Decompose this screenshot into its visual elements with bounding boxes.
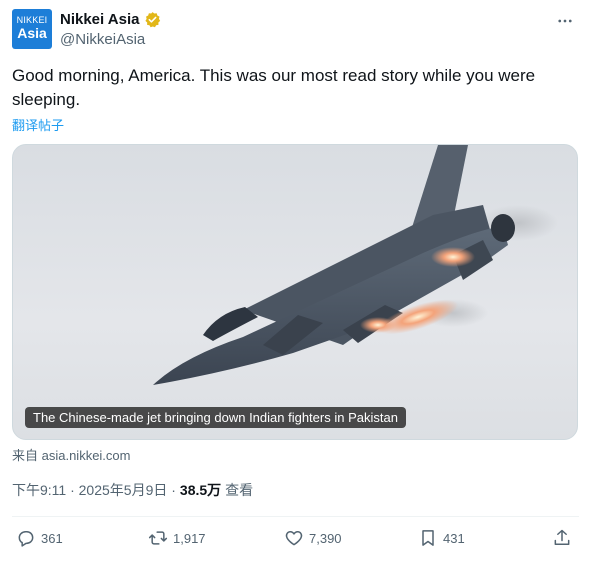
- tweet-header: NIKKEI Asia Nikkei Asia @NikkeiAsia: [12, 9, 579, 51]
- timestamp[interactable]: 下午9:11 · 2025年5月9日 ·: [12, 480, 176, 500]
- avatar-text-top: NIKKEI: [16, 15, 48, 25]
- image-caption: The Chinese-made jet bringing down India…: [25, 407, 406, 428]
- name-row: Nikkei Asia: [60, 11, 161, 28]
- views-label: 查看: [225, 482, 254, 498]
- handle[interactable]: @NikkeiAsia: [60, 31, 145, 48]
- bookmark-count: 431: [443, 530, 465, 546]
- tweet-text: Good morning, America. This was our most…: [12, 66, 536, 109]
- tweet-meta: 下午9:11 · 2025年5月9日 · 38.5万 查看: [12, 480, 253, 500]
- display-name[interactable]: Nikkei Asia: [60, 11, 140, 28]
- verified-badge-icon[interactable]: [144, 11, 161, 28]
- heart-icon: [285, 531, 303, 546]
- translate-post-link[interactable]: 翻译帖子: [12, 115, 64, 134]
- reply-count: 361: [41, 530, 63, 546]
- retweet-count: 1,917: [173, 530, 206, 546]
- bookmark-icon: [422, 530, 434, 546]
- more-dots-icon[interactable]: [555, 11, 575, 31]
- share-button[interactable]: [552, 528, 577, 548]
- like-button[interactable]: 7,390: [284, 528, 342, 548]
- link-source[interactable]: 来自 asia.nikkei.com: [12, 445, 130, 464]
- reply-icon: [18, 531, 34, 547]
- action-bar: 361 1,917 7,390 431: [12, 528, 579, 554]
- bookmark-button[interactable]: 431: [418, 528, 465, 548]
- view-count: 38.5万: [179, 482, 222, 498]
- divider: [12, 516, 579, 517]
- avatar-text-bottom: Asia: [17, 25, 47, 41]
- avatar[interactable]: NIKKEI Asia: [12, 9, 52, 49]
- reply-button[interactable]: 361: [16, 528, 63, 548]
- like-count: 7,390: [309, 530, 342, 546]
- share-icon: [554, 529, 570, 545]
- retweet-button[interactable]: 1,917: [148, 528, 206, 548]
- retweet-icon: [148, 531, 168, 545]
- link-card-image[interactable]: The Chinese-made jet bringing down India…: [12, 144, 578, 440]
- fighter-jet-photo: [153, 145, 558, 385]
